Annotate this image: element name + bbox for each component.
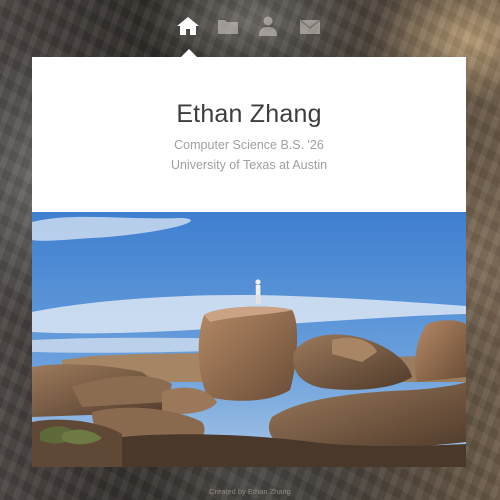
- nav-projects[interactable]: [215, 14, 241, 38]
- user-icon: [259, 16, 277, 36]
- nav-contact[interactable]: [297, 14, 323, 38]
- nav-about[interactable]: [255, 14, 281, 38]
- active-tab-pointer: [180, 49, 198, 58]
- nav-home[interactable]: [175, 14, 201, 38]
- profile-name: Ethan Zhang: [176, 100, 322, 128]
- profile-degree: Computer Science B.S. '26: [174, 138, 324, 152]
- footer-credit: Created by Ethan Zhang: [209, 487, 291, 496]
- mail-icon: [299, 19, 321, 34]
- profile-header: Ethan Zhang Computer Science B.S. '26 Un…: [32, 57, 466, 212]
- top-nav: [0, 14, 500, 44]
- profile-card: Ethan Zhang Computer Science B.S. '26 Un…: [32, 49, 466, 467]
- profile-school: University of Texas at Austin: [170, 158, 328, 172]
- home-icon: [177, 17, 199, 35]
- profile-photo: [32, 212, 466, 467]
- folder-icon: [218, 20, 238, 34]
